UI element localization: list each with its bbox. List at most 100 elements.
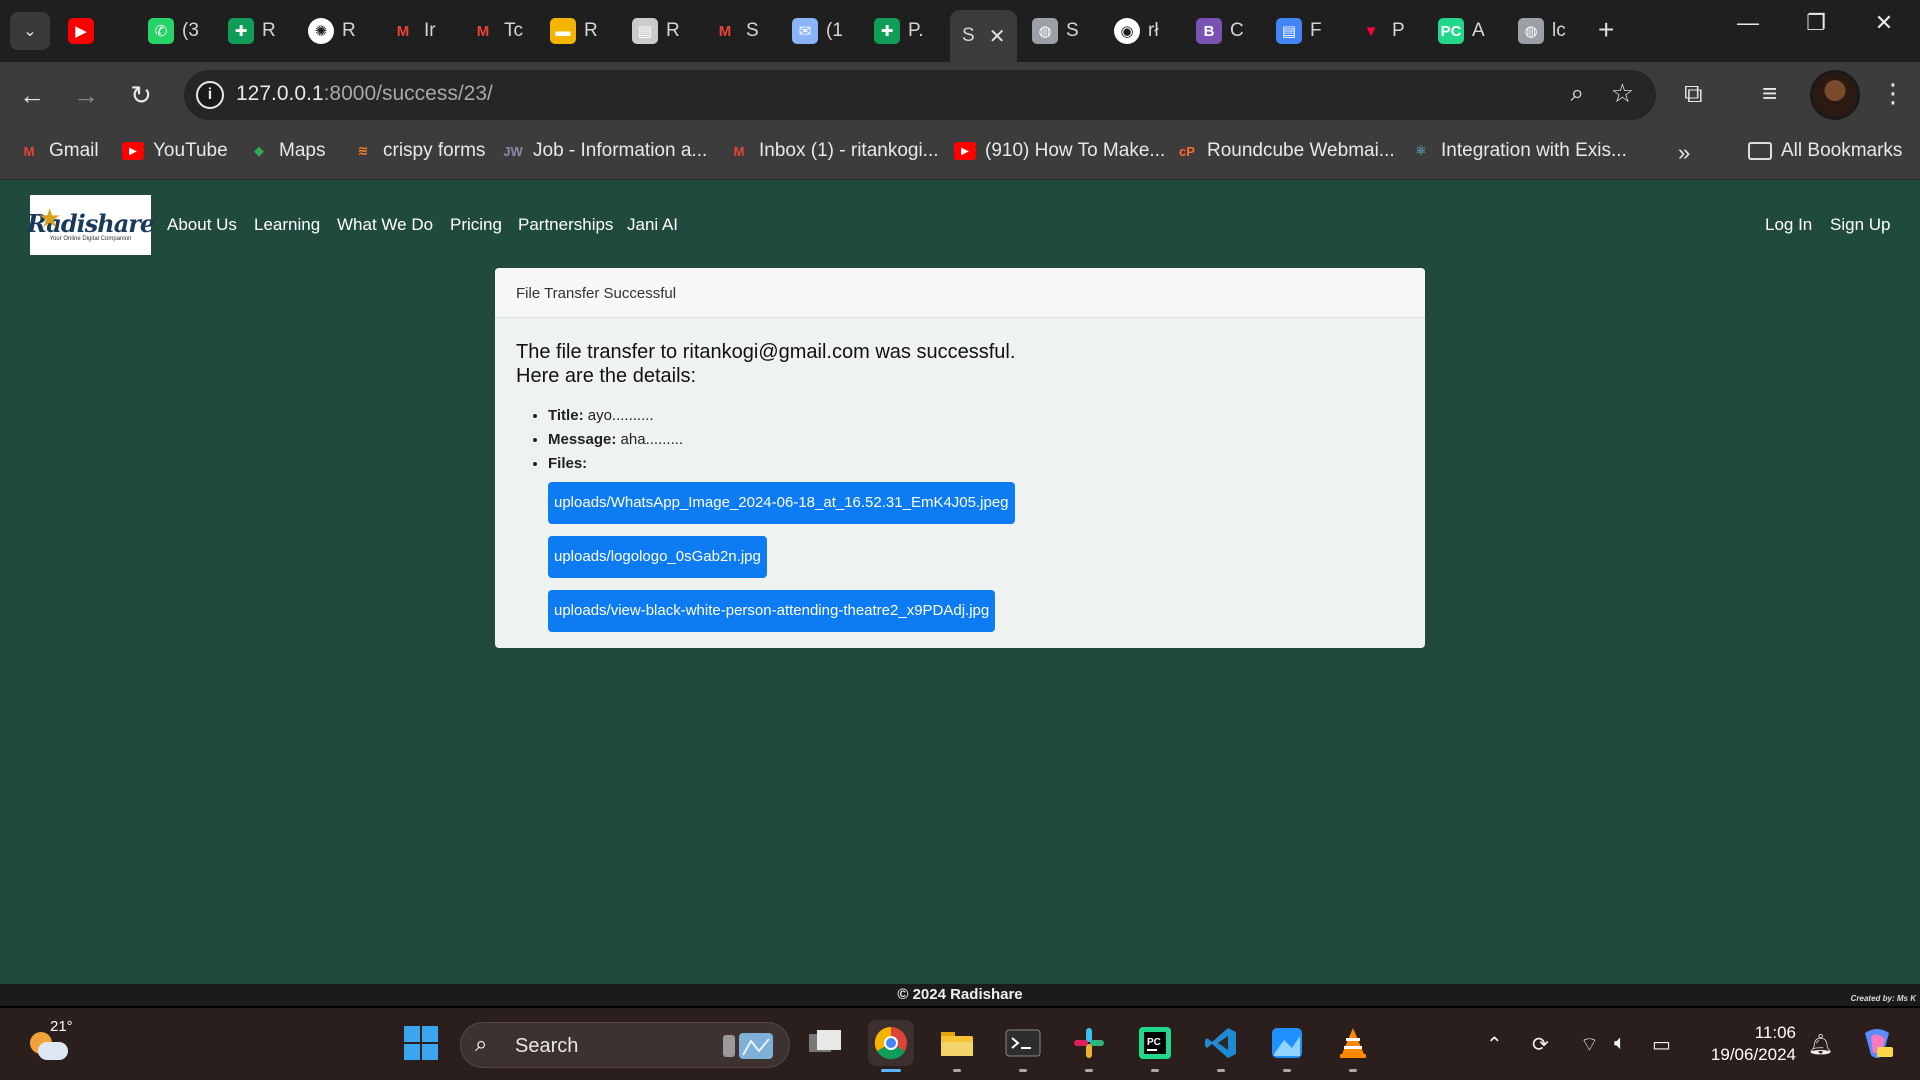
tab-chatgpt[interactable]: ✺ R <box>308 10 356 52</box>
file-link[interactable]: uploads/logologo_0sGab2n.jpg <box>548 536 767 578</box>
bookmark-label: Job - Information a... <box>533 140 708 161</box>
cloud-icon <box>38 1042 68 1060</box>
tab-youtube[interactable]: ▶ <box>68 10 102 52</box>
taskbar-chrome[interactable] <box>868 1020 914 1072</box>
start-button[interactable] <box>398 1020 444 1066</box>
folder-icon <box>1748 142 1772 160</box>
taskbar-vlc[interactable] <box>1330 1020 1376 1072</box>
bookmark-item[interactable]: M Inbox (1) - ritankogi... <box>728 140 939 162</box>
nav-what-we-do[interactable]: What We Do <box>337 215 433 235</box>
detail-message: Message: aha......... <box>548 428 1404 452</box>
tab-gmail-3[interactable]: MS <box>712 10 759 52</box>
weather-widget[interactable]: 21° <box>28 1018 73 1066</box>
tab-gmail-2[interactable]: M Tc <box>470 10 523 52</box>
back-button[interactable]: ← <box>14 80 50 111</box>
bookmark-item[interactable]: ≋ crispy forms <box>352 140 486 162</box>
forms-icon: ▤ <box>1276 18 1302 44</box>
tab-pycharm[interactable]: PC A <box>1438 10 1485 52</box>
tab-whatsapp[interactable]: ✆ (3 <box>148 10 199 52</box>
tray-overflow-icon[interactable]: ⌃ <box>1486 1032 1503 1057</box>
copilot-icon <box>1865 1029 1893 1058</box>
bookmark-star-icon[interactable]: ☆ <box>1611 78 1634 109</box>
url-text[interactable]: 127.0.0.1:8000/success/23/ <box>236 82 493 106</box>
copilot-button[interactable] <box>1854 1020 1900 1066</box>
site-navbar: ★ Radishare Your Online Digital Companio… <box>0 180 1920 270</box>
globe-icon: ◍ <box>1518 18 1544 44</box>
minimize-button[interactable]: — <box>1718 10 1778 36</box>
tab-sheets-2[interactable]: ✚ P. <box>874 10 924 52</box>
bookmark-item[interactable]: ⚛ Integration with Exis... <box>1410 140 1627 162</box>
nav-sign-up[interactable]: Sign Up <box>1830 215 1890 235</box>
tab-globe-1[interactable]: ◍ S <box>1032 10 1079 52</box>
taskbar-terminal[interactable] <box>1000 1020 1046 1072</box>
nav-pricing[interactable]: Pricing <box>450 215 502 235</box>
restore-button[interactable]: ❐ <box>1786 10 1846 36</box>
all-bookmarks-folder[interactable]: All Bookmarks <box>1748 140 1902 162</box>
close-window-button[interactable]: ✕ <box>1854 10 1914 36</box>
site-footer: © 2024 Radishare Created by: Ms K <box>0 984 1920 1006</box>
close-tab-icon[interactable]: ✕ <box>989 24 1006 49</box>
bookmark-item[interactable]: ▶ YouTube <box>122 140 228 162</box>
stack-icon: ≋ <box>357 143 369 158</box>
file-link[interactable]: uploads/WhatsApp_Image_2024-06-18_at_16.… <box>548 482 1015 524</box>
task-view-button[interactable] <box>802 1020 848 1066</box>
tab-inbox[interactable]: ✉ (1 <box>792 10 843 52</box>
taskbar-slack[interactable] <box>1066 1020 1112 1072</box>
taskbar-vscode[interactable] <box>1198 1020 1244 1072</box>
more-bookmarks-icon[interactable]: » <box>1678 140 1690 166</box>
radishare-logo[interactable]: ★ Radishare Your Online Digital Companio… <box>27 195 155 255</box>
nav-about-us[interactable]: About Us <box>167 215 237 235</box>
tab-bootstrap[interactable]: BC <box>1196 10 1244 52</box>
zoom-icon[interactable]: ⌕ <box>1571 80 1584 108</box>
tab-search-button[interactable]: ⌄ <box>10 12 50 50</box>
wifi-icon[interactable]: ⌔ <box>1580 1032 1599 1057</box>
tab-active[interactable]: S ✕ <box>950 10 1018 62</box>
bookmark-item[interactable]: ▶ (910) How To Make... <box>954 140 1165 162</box>
nav-partnerships[interactable]: Partnerships <box>518 215 613 235</box>
react-icon: ⚛ <box>1415 143 1427 158</box>
taskbar-pycharm[interactable]: PC <box>1132 1020 1178 1072</box>
terminal-icon <box>1005 1029 1041 1057</box>
tab-sheets-1[interactable]: ✚ R <box>228 10 276 52</box>
system-clock[interactable]: 11:06 19/06/2024 <box>1700 1022 1796 1066</box>
vlc-icon <box>1340 1028 1366 1058</box>
site-info-icon[interactable]: i <box>196 81 224 109</box>
bookmark-item[interactable]: ◆ Maps <box>248 140 325 162</box>
media-controls-icon[interactable]: ≡ <box>1762 78 1777 109</box>
bookmark-item[interactable]: cP Roundcube Webmai... <box>1176 140 1395 162</box>
nav-learning[interactable]: Learning <box>254 215 320 235</box>
nav-jani-ai[interactable]: Jani AI <box>627 215 678 235</box>
chrome-menu-icon[interactable]: ⋮ <box>1880 78 1906 109</box>
folder-icon <box>941 1032 973 1056</box>
taskbar-photos[interactable] <box>1264 1020 1310 1072</box>
tab-forms[interactable]: ▤ F <box>1276 10 1322 52</box>
sync-icon[interactable]: ⟳ <box>1532 1032 1549 1057</box>
new-tab-button[interactable]: + <box>1598 14 1614 46</box>
bookmark-label: Integration with Exis... <box>1441 140 1627 161</box>
clock-date: 19/06/2024 <box>1710 1045 1796 1064</box>
reload-button[interactable]: ↻ <box>123 80 159 111</box>
tab-vercel[interactable]: ▼ P <box>1358 10 1405 52</box>
battery-icon[interactable]: ▭ <box>1652 1032 1671 1057</box>
tab-title: P <box>1392 20 1405 41</box>
file-link[interactable]: uploads/view-black-white-person-attendin… <box>548 590 996 632</box>
address-bar[interactable]: i 127.0.0.1:8000/success/23/ ⌕ ☆ <box>184 70 1656 120</box>
taskbar-file-explorer[interactable] <box>934 1020 980 1072</box>
tab-github[interactable]: ◉ rł <box>1114 10 1159 52</box>
volume-icon[interactable]: 🔈︎ <box>1614 1032 1626 1055</box>
taskbar-search[interactable]: ⌕ Search <box>460 1022 790 1068</box>
nav-log-in[interactable]: Log In <box>1765 215 1812 235</box>
extensions-icon[interactable]: ⧉ <box>1684 78 1703 110</box>
pycharm-icon: PC <box>1139 1027 1171 1059</box>
tab-gmail-1[interactable]: M Ir <box>390 10 436 52</box>
notification-bell-icon[interactable]: 🔔︎ <box>1808 1032 1833 1057</box>
bookmark-item[interactable]: M Gmail <box>18 140 99 162</box>
browser-tab-strip: ⌄ ▶ ✆ (3 ✚ R ✺ R M Ir M Tc ▬ R ▤ R M S ✉ (1 ✚ P. S ✕ ◍ S ◉ rł B C ▤ F ▼… <box>0 0 1920 62</box>
bootstrap-icon: B <box>1196 18 1222 44</box>
tab-globe-2[interactable]: ◍ lc <box>1518 10 1566 52</box>
bookmark-item[interactable]: JW Job - Information a... <box>502 140 707 162</box>
forward-button[interactable]: → <box>68 80 104 111</box>
tab-docs[interactable]: ▤ R <box>632 10 680 52</box>
profile-avatar[interactable] <box>1810 70 1860 120</box>
tab-slides[interactable]: ▬ R <box>550 10 598 52</box>
